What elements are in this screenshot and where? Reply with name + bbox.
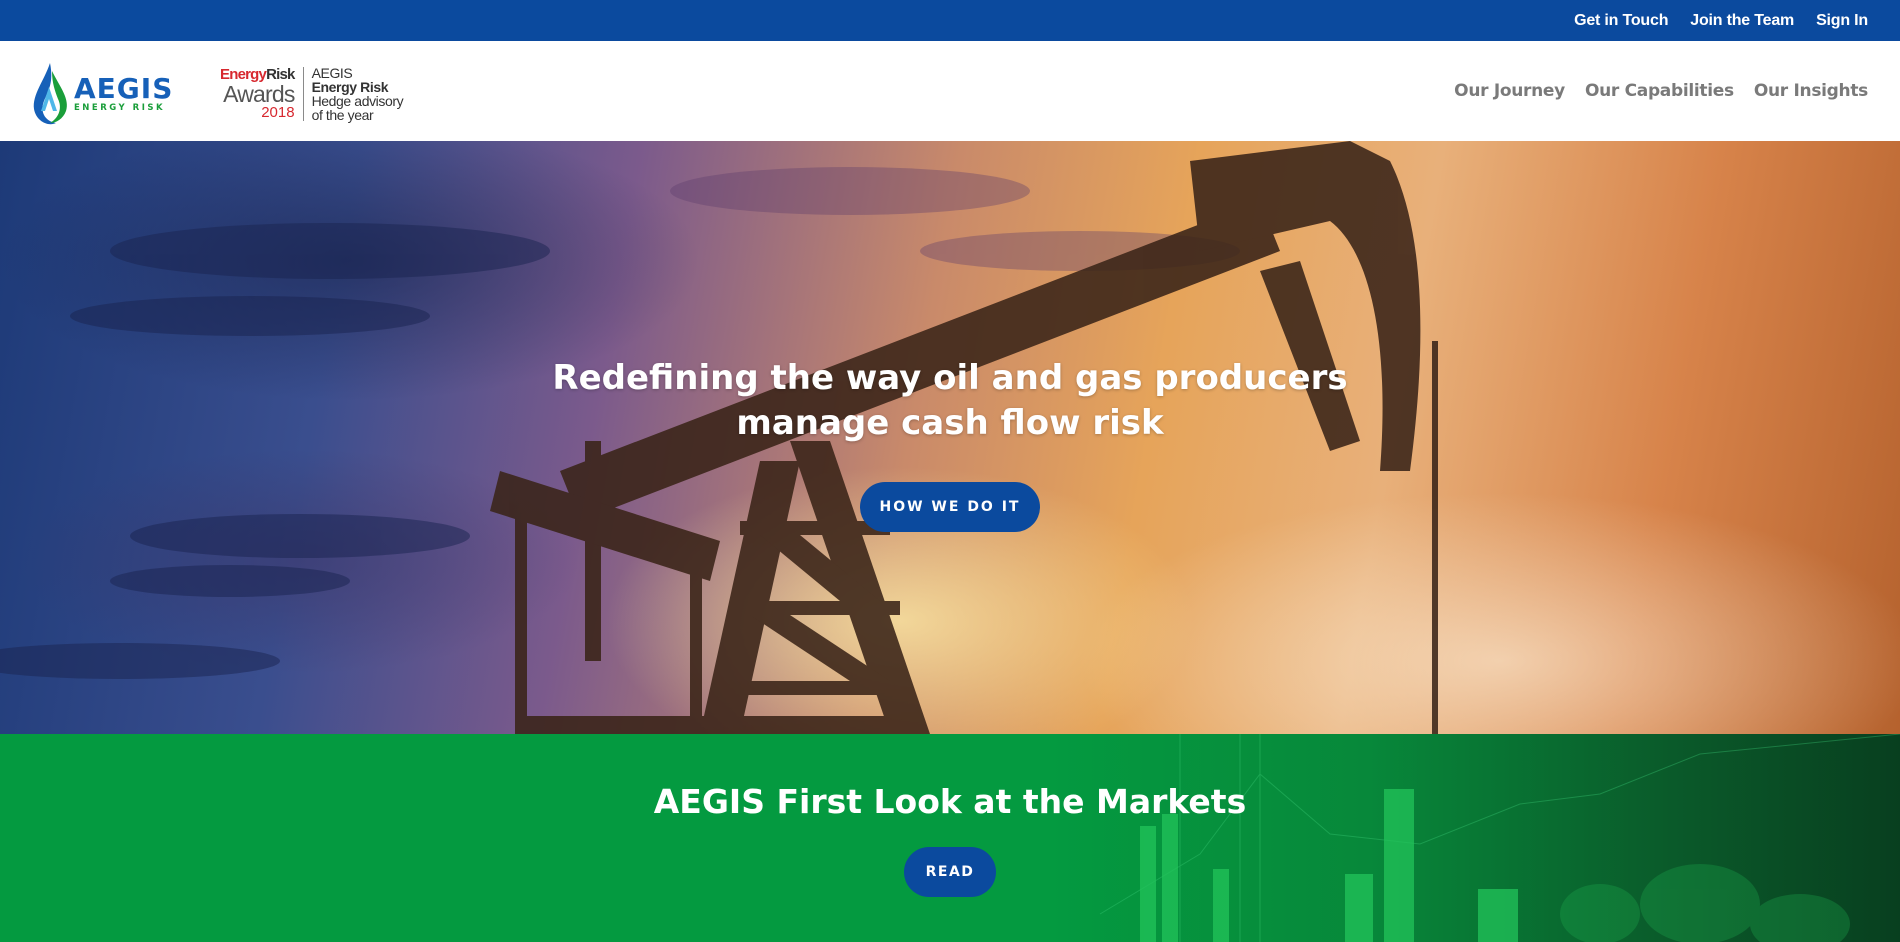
utility-bar: Get in Touch Join the Team Sign In (0, 0, 1900, 41)
market-content: AEGIS First Look at the Markets READ (0, 782, 1900, 897)
read-button[interactable]: READ (904, 847, 996, 897)
site-header: AEGIS ENERGY RISK EnergyRisk Awards 2018… (0, 41, 1900, 141)
logo-tagline: ENERGY RISK (74, 103, 166, 113)
get-in-touch-link[interactable]: Get in Touch (1574, 12, 1668, 30)
market-title: AEGIS First Look at the Markets (653, 782, 1247, 821)
award-awards-text: Awards (223, 81, 295, 107)
join-the-team-link[interactable]: Join the Team (1690, 12, 1794, 30)
nav-our-journey[interactable]: Our Journey (1454, 81, 1565, 101)
nav-our-capabilities[interactable]: Our Capabilities (1585, 81, 1734, 101)
award-line-4: of the year (311, 107, 374, 123)
hero-section: Redefining the way oil and gas producers… (0, 141, 1900, 734)
market-section: AEGIS First Look at the Markets READ (0, 734, 1900, 942)
how-we-do-it-button[interactable]: HOW WE DO IT (860, 482, 1040, 532)
award-year: 2018 (261, 104, 295, 121)
hero-title: Redefining the way oil and gas producers… (552, 358, 1348, 443)
sign-in-link[interactable]: Sign In (1816, 12, 1868, 30)
award-line-2: Energy Risk (311, 79, 389, 95)
hero-content: Redefining the way oil and gas producers… (0, 356, 1900, 532)
energy-risk-award-badge: EnergyRisk Awards 2018 AEGIS Energy Risk… (220, 65, 404, 123)
award-line-3: Hedge advisory (311, 93, 404, 109)
award-line-1: AEGIS (311, 65, 353, 81)
award-description: AEGIS Energy Risk Hedge advisory of the … (304, 66, 404, 122)
award-brand-block: EnergyRisk Awards 2018 (220, 67, 303, 121)
flame-logo-icon (33, 63, 67, 125)
aegis-logo[interactable]: AEGIS ENERGY RISK (30, 61, 185, 127)
logo-name: AEGIS (74, 72, 174, 105)
logo-wordmark: AEGIS ENERGY RISK (74, 72, 174, 114)
main-nav: Our Journey Our Capabilities Our Insight… (1454, 41, 1868, 141)
nav-our-insights[interactable]: Our Insights (1754, 81, 1868, 101)
